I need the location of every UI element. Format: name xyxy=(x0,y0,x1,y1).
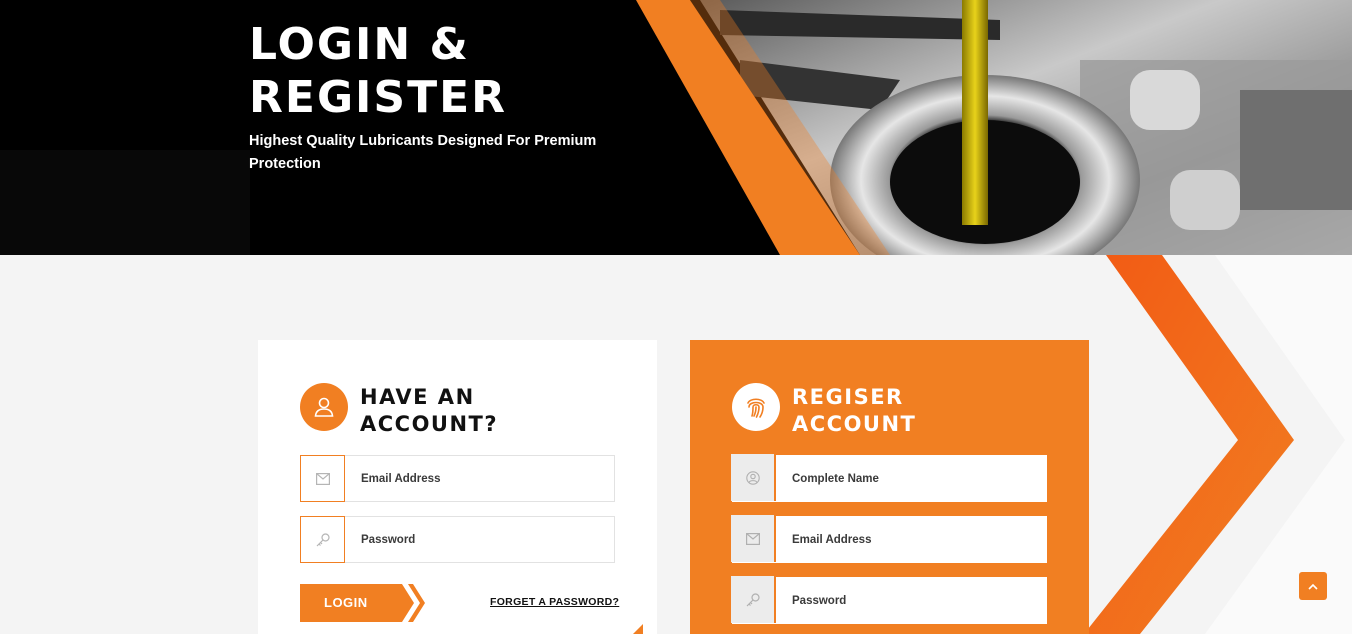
page-title: LOGIN & REGISTER xyxy=(249,19,508,123)
register-email-input[interactable] xyxy=(776,516,1047,563)
login-button[interactable]: LOGIN xyxy=(300,584,425,622)
login-password-input[interactable] xyxy=(345,517,614,562)
register-card: REGISER ACCOUNT xyxy=(690,340,1089,634)
key-icon xyxy=(731,576,776,623)
hero-subtitle: Highest Quality Lubricants Designed For … xyxy=(249,133,597,172)
login-email-field xyxy=(300,455,615,502)
key-icon xyxy=(300,516,345,563)
register-heading: REGISER ACCOUNT xyxy=(792,385,917,436)
register-name-field xyxy=(731,454,1047,502)
engine-oil-photo xyxy=(0,0,1352,255)
user-icon xyxy=(300,383,348,431)
login-card: HAVE AN ACCOUNT? Email Address LOGIN FOR… xyxy=(258,340,657,634)
envelope-icon xyxy=(300,455,345,502)
chevron-decoration xyxy=(1084,255,1352,634)
hero-banner: LOGIN & REGISTER Highest Quality Lubrica… xyxy=(0,0,1352,255)
register-name-input[interactable] xyxy=(776,455,1047,502)
register-email-field xyxy=(731,515,1047,563)
register-password-field xyxy=(731,576,1047,624)
scroll-to-top-button[interactable] xyxy=(1299,572,1327,600)
register-header: REGISER ACCOUNT xyxy=(732,383,1012,438)
user-circle-icon xyxy=(731,454,776,501)
login-header: HAVE AN ACCOUNT? xyxy=(300,383,580,438)
corner-accent xyxy=(633,624,643,634)
auth-section: HAVE AN ACCOUNT? Email Address LOGIN FOR… xyxy=(0,255,1352,634)
chevron-up-icon xyxy=(1308,583,1318,590)
envelope-icon xyxy=(731,515,776,562)
forget-password-link[interactable]: FORGET A PASSWORD? xyxy=(490,596,619,608)
login-password-field xyxy=(300,516,615,563)
fingerprint-icon xyxy=(732,383,780,431)
register-password-input[interactable] xyxy=(776,577,1047,624)
login-email-input[interactable] xyxy=(345,456,614,501)
login-button-label: LOGIN xyxy=(324,595,368,610)
login-heading: HAVE AN ACCOUNT? xyxy=(360,385,499,436)
